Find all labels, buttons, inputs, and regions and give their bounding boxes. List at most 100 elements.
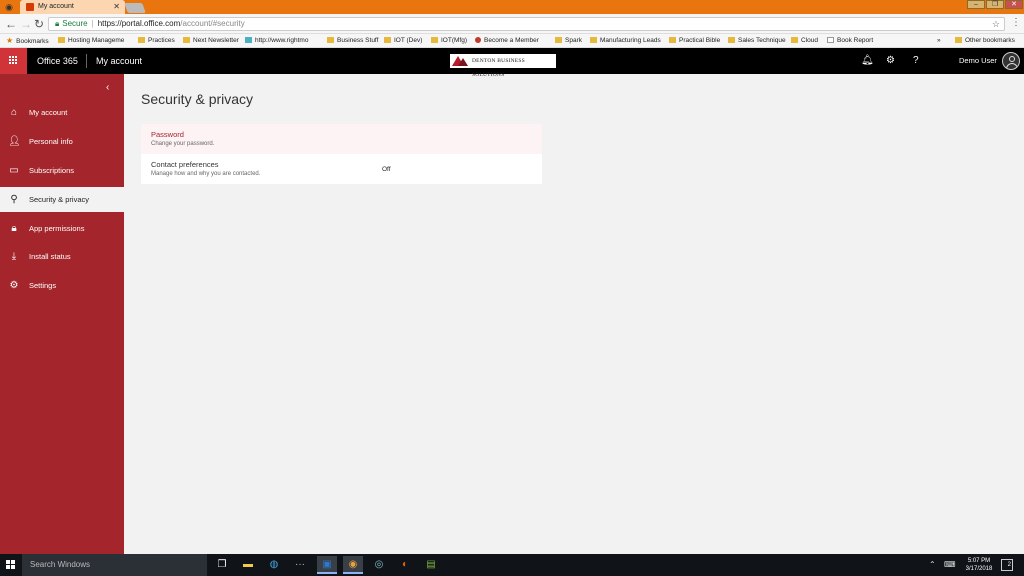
sidebar-item-label: Subscriptions: [29, 166, 75, 175]
user-name[interactable]: Demo User: [959, 48, 997, 74]
new-tab-button[interactable]: [124, 3, 146, 13]
bell-icon[interactable]: 🔔︎: [861, 48, 874, 74]
bookmark-item[interactable]: Next Newsletter: [183, 34, 239, 47]
bookmarks-overflow-button[interactable]: »: [937, 34, 941, 47]
help-icon[interactable]: ?: [913, 48, 919, 74]
company-logo: DENTON BUSINESS SOLUTIONS: [450, 54, 556, 78]
gear-icon: ⚙: [9, 280, 19, 291]
collapse-sidebar-icon[interactable]: ‹: [106, 82, 109, 93]
bookmark-item[interactable]: IOT(Mfg): [431, 34, 467, 47]
lock-icon: 🔒︎: [11, 223, 17, 234]
bookmark-item[interactable]: Become a Member: [475, 34, 539, 47]
tab-close-icon[interactable]: ✕: [113, 0, 120, 14]
firefox-icon[interactable]: ◐: [395, 556, 415, 574]
sidebar-item-subscriptions[interactable]: ▭ Subscriptions: [0, 158, 124, 183]
close-window-button[interactable]: ✕: [1005, 0, 1023, 9]
keyboard-icon[interactable]: ⌨: [944, 554, 956, 576]
folder-icon: [58, 37, 65, 43]
password-row[interactable]: Password Change your password.: [141, 124, 542, 154]
bookmark-item[interactable]: Spark: [555, 34, 582, 47]
bookmark-label: Business Stuff: [337, 37, 379, 44]
network-globe-icon[interactable]: ◍: [264, 556, 284, 574]
sidebar-item-app-permissions[interactable]: 🔒︎ App permissions: [0, 216, 124, 241]
bookmark-label: Sales Technique: [738, 37, 786, 44]
reload-icon[interactable]: ↻: [34, 17, 44, 31]
sidebar-item-install-status[interactable]: ⤓ Install status: [0, 244, 124, 269]
folder-icon: [327, 37, 334, 43]
bookmark-label: Other bookmarks: [965, 37, 1015, 44]
bookmark-item[interactable]: Practices: [138, 34, 175, 47]
browser-title-bar: ◉ My account ✕ – ❐ ✕: [0, 0, 1024, 14]
maximize-window-button[interactable]: ❐: [986, 0, 1004, 9]
app-launcher-button[interactable]: [0, 48, 27, 74]
bookmark-item[interactable]: ★ Bookmarks: [6, 34, 49, 48]
bookmarks-bar: ★ Bookmarks Hosting Manageme Practices Ne…: [0, 34, 1024, 48]
incognito-icon: ◉: [5, 2, 13, 12]
bookmark-item[interactable]: Sales Technique: [728, 34, 786, 47]
bookmark-item[interactable]: IOT (Dev): [384, 34, 422, 47]
clock-date: 3/17/2018: [965, 566, 993, 572]
folder-icon: [384, 37, 391, 43]
bookmark-item[interactable]: Book Report: [827, 34, 873, 47]
bookmark-item[interactable]: Business Stuff: [327, 34, 378, 47]
download-icon: ⤓: [11, 251, 17, 262]
address-bar[interactable]: 🔒︎ Secure | https://portal.office.com/accou…: [48, 17, 1005, 31]
forward-arrow-icon[interactable]: →: [20, 17, 32, 31]
bookmark-item[interactable]: Cloud: [791, 34, 818, 47]
bookmark-item[interactable]: Practical Bible: [669, 34, 720, 47]
task-view-icon[interactable]: ❐: [212, 556, 232, 574]
page-icon: [827, 37, 834, 43]
sidebar-item-security-privacy[interactable]: ⚲ Security & privacy: [0, 187, 124, 212]
other-bookmarks[interactable]: Other bookmarks: [955, 34, 1015, 47]
bookmark-label: Cloud: [801, 37, 818, 44]
page-icon: [245, 37, 252, 43]
notepad-app-icon[interactable]: ▤: [421, 556, 441, 574]
sidebar-item-my-account[interactable]: ⌂ My account: [0, 100, 124, 125]
minimize-window-button[interactable]: –: [967, 0, 985, 9]
contact-preferences-title[interactable]: Contact preferences: [151, 160, 219, 169]
gear-icon[interactable]: ⚙: [886, 48, 895, 74]
bookmark-star-icon[interactable]: ☆: [992, 18, 1000, 30]
taskbar-search-input[interactable]: Search Windows: [22, 554, 207, 576]
browser-tab-my-account[interactable]: My account ✕: [20, 0, 125, 14]
bookmark-label: Next Newsletter: [193, 37, 239, 44]
browser-menu-icon[interactable]: ⋮: [1011, 17, 1021, 28]
card-icon: ▭: [9, 165, 19, 176]
office-favicon-icon: [26, 3, 34, 11]
notification-center-icon[interactable]: 2: [1001, 559, 1013, 571]
password-link[interactable]: Password: [151, 130, 184, 139]
url-separator: |: [91, 19, 94, 28]
sidebar-item-settings[interactable]: ⚙ Settings: [0, 273, 124, 298]
app-name[interactable]: Office 365: [37, 48, 78, 74]
url-host: https://portal.office.com: [97, 19, 181, 28]
bookmark-item[interactable]: Hosting Manageme: [58, 34, 124, 47]
bookmark-label: Spark: [565, 37, 582, 44]
bookmarks-star-icon: ★: [6, 36, 14, 45]
remote-app-icon[interactable]: ◎: [369, 556, 389, 574]
taskbar-clock[interactable]: 5:07 PM 3/17/2018: [960, 557, 998, 573]
chrome-icon[interactable]: ◉: [343, 556, 363, 574]
page-title: Security & privacy: [141, 91, 254, 107]
bookmark-item[interactable]: http://www.rightmo: [245, 34, 308, 47]
windows-logo-icon: [6, 560, 16, 570]
waffle-icon: [9, 56, 18, 65]
sidebar-item-personal-info[interactable]: 👤︎ Personal info: [0, 129, 124, 154]
tray-chevron-icon[interactable]: ⌃: [929, 554, 936, 576]
folder-icon: [431, 37, 438, 43]
chat-icon[interactable]: ···: [290, 556, 310, 574]
avatar-head: [1009, 56, 1015, 62]
contact-preferences-row[interactable]: Contact preferences Manage how and why y…: [141, 154, 542, 184]
start-button[interactable]: [0, 554, 22, 576]
contact-preferences-description: Manage how and why you are contacted.: [151, 171, 261, 177]
bookmark-label: IOT(Mfg): [441, 37, 467, 44]
back-arrow-icon[interactable]: ←: [5, 17, 17, 31]
file-explorer-icon[interactable]: ▬: [238, 556, 258, 574]
lock-icon: 🔒︎: [55, 19, 60, 28]
sidebar-item-label: My account: [29, 108, 68, 117]
section-title[interactable]: My account: [96, 48, 142, 74]
outlook-icon[interactable]: ▣: [317, 556, 337, 574]
avatar[interactable]: [1002, 52, 1020, 70]
bookmark-item[interactable]: Manufacturing Leads: [590, 34, 661, 47]
folder-icon: [728, 37, 735, 43]
tab-title: My account: [38, 3, 74, 10]
